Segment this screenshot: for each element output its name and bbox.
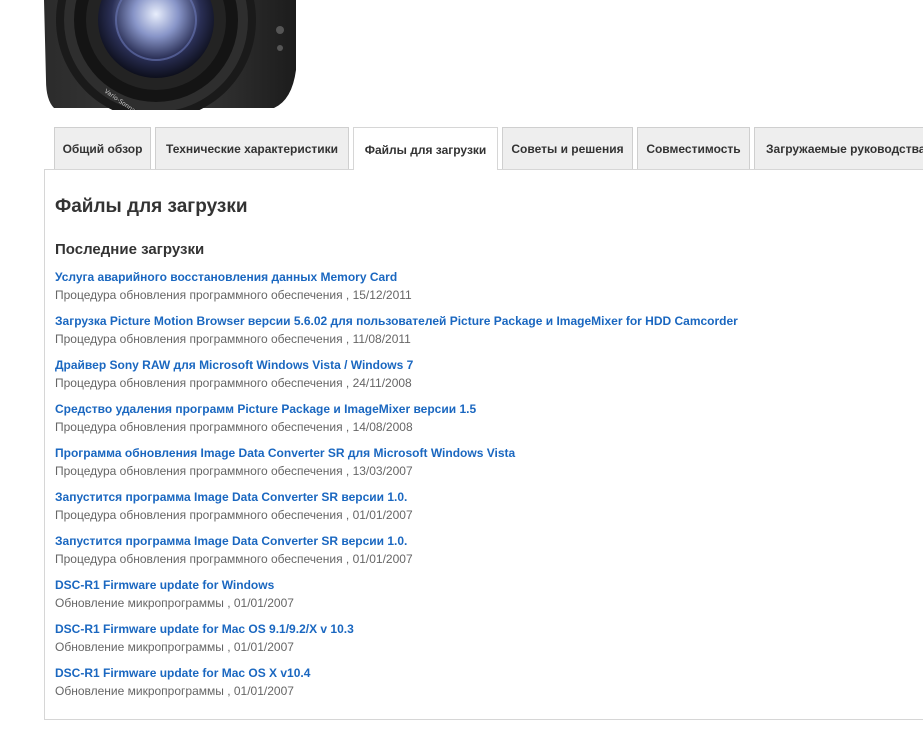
tab-specifications[interactable]: Технические характеристики (155, 127, 349, 169)
download-meta: Процедура обновления программного обеспе… (55, 464, 413, 478)
download-link[interactable]: Драйвер Sony RAW для Microsoft Windows V… (55, 357, 915, 374)
product-image: Vario-Sonnar 2.8-4.8/14.3-71.5 T* (44, 0, 296, 110)
download-meta: Процедура обновления программного обеспе… (55, 332, 411, 346)
download-link[interactable]: Запустится программа Image Data Converte… (55, 533, 915, 550)
download-link[interactable]: Программа обновления Image Data Converte… (55, 445, 915, 462)
download-meta: Процедура обновления программного обеспе… (55, 552, 413, 566)
list-item: Услуга аварийного восстановления данных … (55, 269, 915, 313)
tab-label: Совместимость (646, 141, 741, 156)
tab-bar: Общий обзор Технические характеристики Ф… (54, 127, 923, 170)
list-item: Загрузка Picture Motion Browser версии 5… (55, 313, 915, 357)
page-title: Файлы для загрузки (55, 196, 248, 217)
list-item: Программа обновления Image Data Converte… (55, 445, 915, 489)
download-link[interactable]: Запустится программа Image Data Converte… (55, 489, 915, 506)
tab-label: Загружаемые руководства (766, 141, 923, 156)
download-link[interactable]: DSC-R1 Firmware update for Windows (55, 577, 915, 594)
tab-compatibility[interactable]: Совместимость (637, 127, 750, 169)
tab-label: Советы и решения (511, 141, 624, 156)
download-link[interactable]: DSC-R1 Firmware update for Mac OS X v10.… (55, 665, 915, 682)
list-item: Запустится программа Image Data Converte… (55, 533, 915, 577)
tab-downloads[interactable]: Файлы для загрузки (353, 127, 498, 170)
download-link[interactable]: Услуга аварийного восстановления данных … (55, 269, 915, 286)
download-meta: Процедура обновления программного обеспе… (55, 420, 413, 434)
list-item: DSC-R1 Firmware update for Mac OS 9.1/9.… (55, 621, 915, 665)
tab-manuals[interactable]: Загружаемые руководства (754, 127, 923, 169)
downloads-list: Услуга аварийного восстановления данных … (55, 269, 915, 709)
tab-label: Технические характеристики (165, 141, 339, 156)
download-meta: Процедура обновления программного обеспе… (55, 376, 412, 390)
tab-overview[interactable]: Общий обзор (54, 127, 151, 169)
list-item: Средство удаления программ Picture Packa… (55, 401, 915, 445)
download-link[interactable]: DSC-R1 Firmware update for Mac OS 9.1/9.… (55, 621, 915, 638)
camera-lens-icon: Vario-Sonnar 2.8-4.8/14.3-71.5 T* (44, 0, 296, 110)
download-meta: Процедура обновления программного обеспе… (55, 508, 413, 522)
download-link[interactable]: Загрузка Picture Motion Browser версии 5… (55, 313, 915, 330)
tab-label: Общий обзор (62, 141, 143, 156)
list-item: DSC-R1 Firmware update for Windows Обнов… (55, 577, 915, 621)
download-meta: Обновление микропрограммы , 01/01/2007 (55, 596, 294, 610)
tab-label: Файлы для загрузки (364, 142, 487, 157)
section-title: Последние загрузки (55, 241, 205, 258)
tab-tips-solutions[interactable]: Советы и решения (502, 127, 633, 169)
list-item: Запустится программа Image Data Converte… (55, 489, 915, 533)
download-link[interactable]: Средство удаления программ Picture Packa… (55, 401, 915, 418)
download-meta: Процедура обновления программного обеспе… (55, 288, 412, 302)
list-item: Драйвер Sony RAW для Microsoft Windows V… (55, 357, 915, 401)
list-item: DSC-R1 Firmware update for Mac OS X v10.… (55, 665, 915, 709)
download-meta: Обновление микропрограммы , 01/01/2007 (55, 684, 294, 698)
download-meta: Обновление микропрограммы , 01/01/2007 (55, 640, 294, 654)
